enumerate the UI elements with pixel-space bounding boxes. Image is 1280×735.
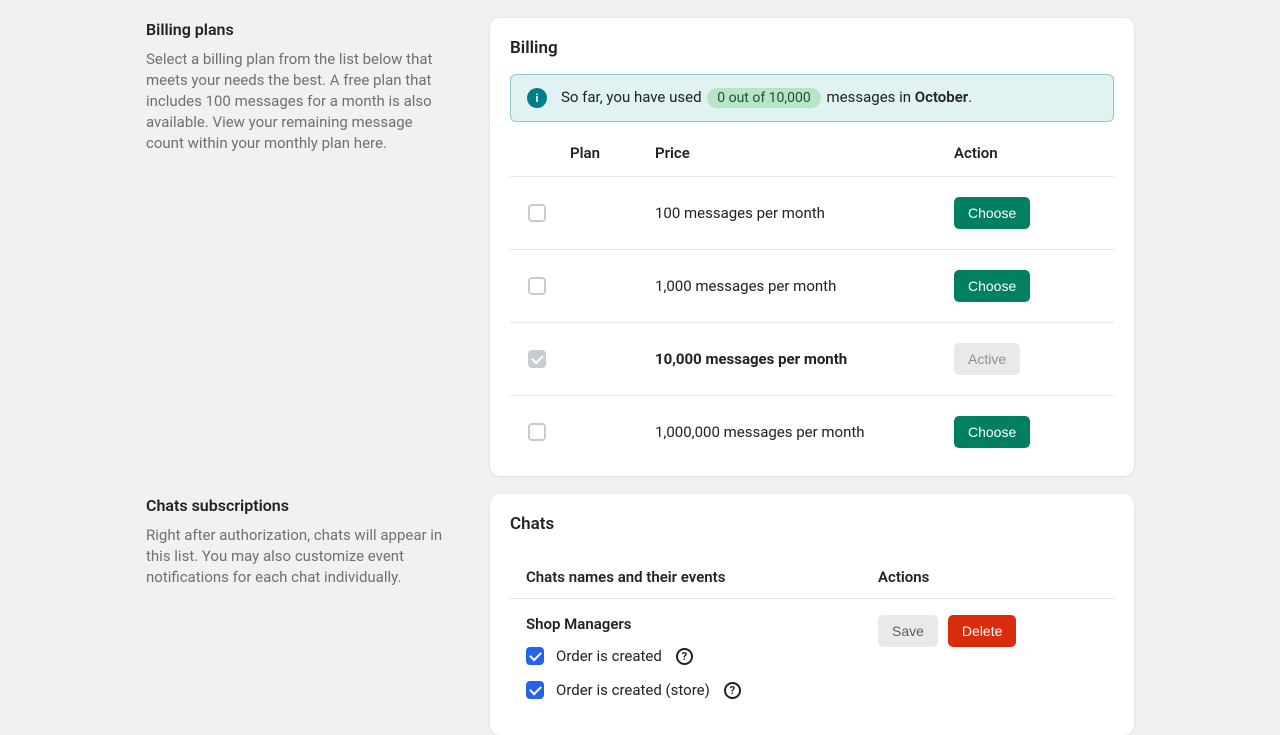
plans-header-price: Price xyxy=(655,144,954,162)
billing-card: Billing i So far, you have used 0 out of… xyxy=(490,18,1134,476)
banner-month: October xyxy=(915,88,968,106)
event-checkbox[interactable] xyxy=(526,681,544,699)
event-label: Order is created xyxy=(556,647,662,665)
plan-price: 10,000 messages per month xyxy=(655,350,954,368)
billing-left-description: Select a billing plan from the list belo… xyxy=(146,49,450,154)
active-button: Active xyxy=(954,343,1020,375)
chats-header-actions: Actions xyxy=(878,568,1098,586)
plan-row: 1,000,000 messages per month Choose xyxy=(510,396,1114,456)
banner-suffix: . xyxy=(968,88,972,106)
chat-event-item: Order is created (store) ? xyxy=(526,681,878,699)
plans-header-action: Action xyxy=(954,144,1114,162)
plans-header-plan: Plan xyxy=(570,144,655,162)
usage-banner: i So far, you have used 0 out of 10,000 … xyxy=(510,74,1114,122)
billing-card-title: Billing xyxy=(510,38,1114,58)
help-icon[interactable]: ? xyxy=(676,648,693,665)
plan-checkbox[interactable] xyxy=(528,277,546,295)
chats-card: Chats Chats names and their events Actio… xyxy=(490,494,1134,735)
banner-middle: messages in xyxy=(827,88,912,106)
plan-price: 1,000,000 messages per month xyxy=(655,423,954,441)
chats-header-row: Chats names and their events Actions xyxy=(510,556,1114,599)
plan-row: 100 messages per month Choose xyxy=(510,177,1114,250)
plan-price: 100 messages per month xyxy=(655,204,954,222)
plans-header-row: Plan Price Action xyxy=(510,130,1114,177)
plans-table: Plan Price Action 100 messages per month… xyxy=(510,130,1114,456)
billing-left-column: Billing plans Select a billing plan from… xyxy=(146,18,450,476)
choose-button[interactable]: Choose xyxy=(954,416,1030,448)
chat-name: Shop Managers xyxy=(526,615,878,633)
chats-left-heading: Chats subscriptions xyxy=(146,496,450,515)
plan-row: 10,000 messages per month Active xyxy=(510,323,1114,396)
banner-prefix: So far, you have used xyxy=(561,88,702,106)
choose-button[interactable]: Choose xyxy=(954,197,1030,229)
chats-left-column: Chats subscriptions Right after authoriz… xyxy=(146,494,450,735)
plan-row: 1,000 messages per month Choose xyxy=(510,250,1114,323)
chat-row: Shop Managers Order is created ? Order i… xyxy=(510,599,1114,715)
event-label: Order is created (store) xyxy=(556,681,710,699)
usage-banner-text: So far, you have used 0 out of 10,000 me… xyxy=(561,88,972,108)
delete-button[interactable]: Delete xyxy=(948,615,1016,647)
usage-pill: 0 out of 10,000 xyxy=(707,88,821,108)
chats-header-name: Chats names and their events xyxy=(526,568,878,586)
plan-checkbox[interactable] xyxy=(528,423,546,441)
chat-event-item: Order is created ? xyxy=(526,647,878,665)
chats-section: Chats subscriptions Right after authoriz… xyxy=(0,494,1280,735)
event-checkbox[interactable] xyxy=(526,647,544,665)
plan-checkbox[interactable] xyxy=(528,350,546,368)
plan-price: 1,000 messages per month xyxy=(655,277,954,295)
choose-button[interactable]: Choose xyxy=(954,270,1030,302)
chats-left-description: Right after authorization, chats will ap… xyxy=(146,525,450,588)
info-icon: i xyxy=(527,88,547,108)
billing-section: Billing plans Select a billing plan from… xyxy=(0,18,1280,476)
plan-checkbox[interactable] xyxy=(528,204,546,222)
save-button[interactable]: Save xyxy=(878,615,938,647)
help-icon[interactable]: ? xyxy=(724,682,741,699)
chats-card-title: Chats xyxy=(510,514,1114,534)
billing-left-heading: Billing plans xyxy=(146,20,450,39)
